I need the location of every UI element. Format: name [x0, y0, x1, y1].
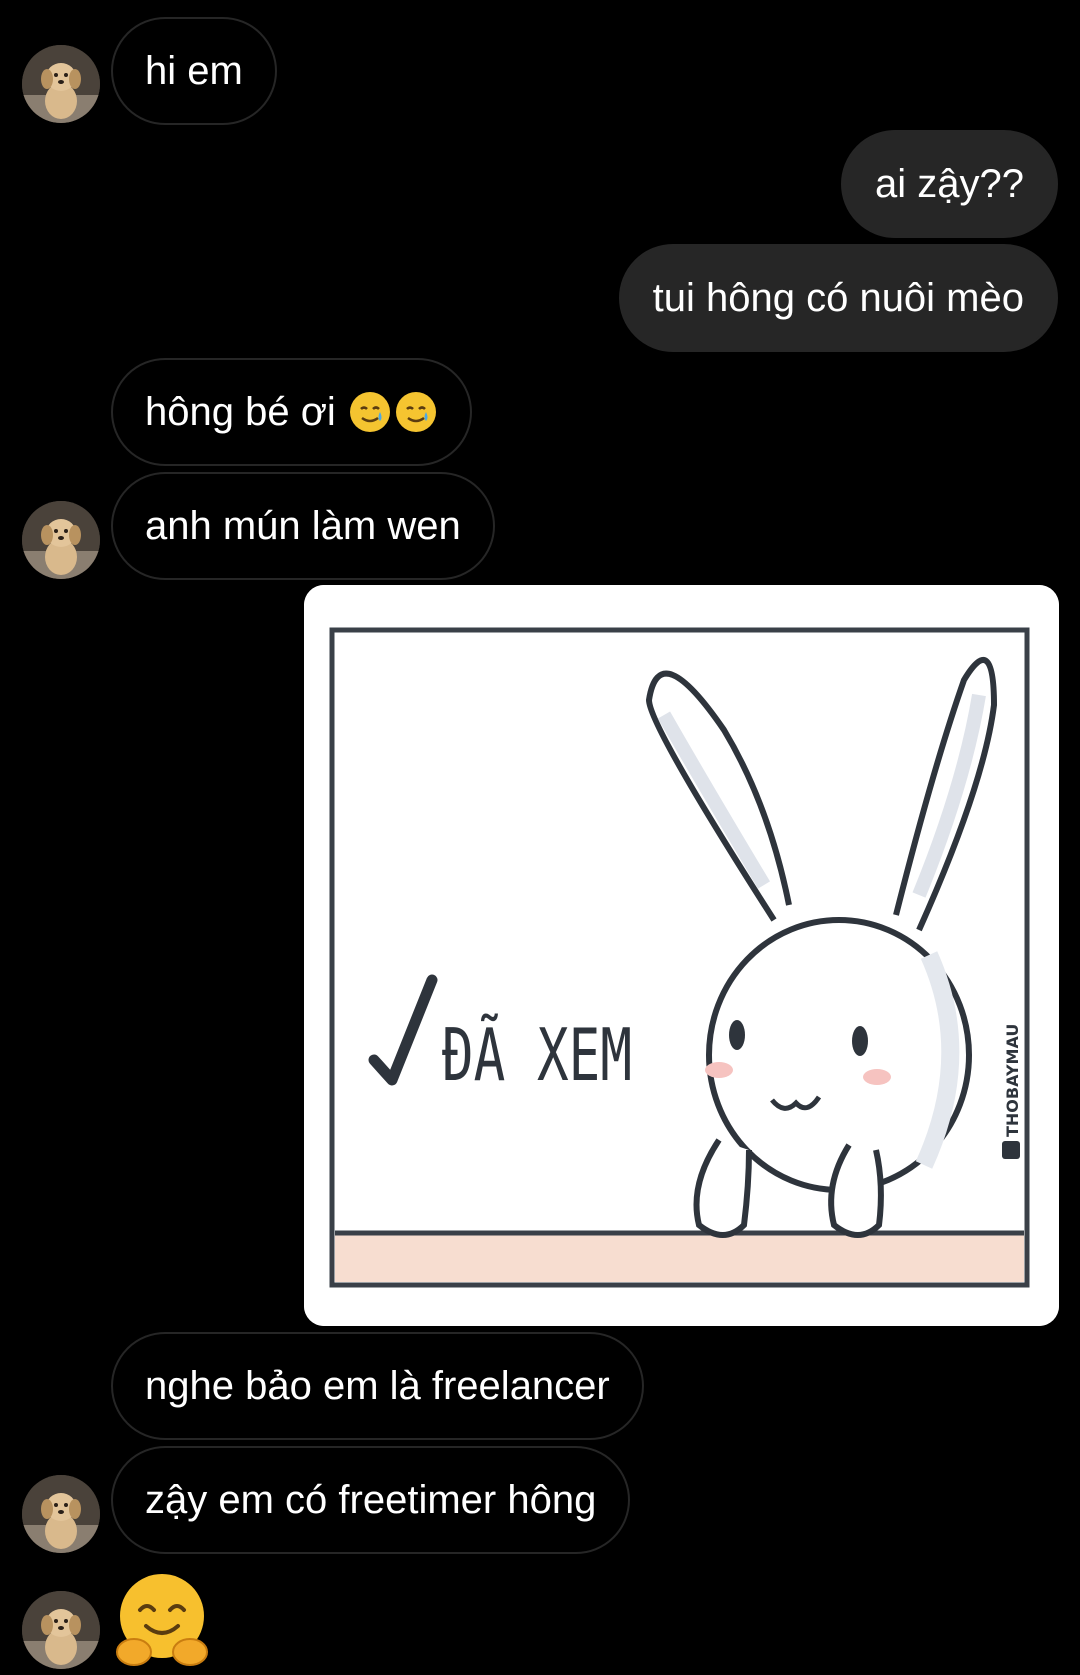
message-text: zậy em có freetimer hông — [145, 1478, 597, 1522]
message-text: nghe bảo em là freelancer — [145, 1364, 610, 1408]
sticker-text: ĐÃ XEM — [442, 1013, 632, 1097]
bunny-seen-sticker: ĐÃ XEM THOBAYMAU — [304, 585, 1059, 1326]
message-bubble-incoming[interactable]: hông bé ơi — [111, 358, 472, 466]
message-text: ai zậy?? — [875, 162, 1024, 206]
sticker-message[interactable]: ĐÃ XEM THOBAYMAU — [304, 585, 1059, 1326]
sender-avatar[interactable] — [22, 45, 100, 123]
hugging-face-icon[interactable] — [112, 1570, 212, 1670]
message-text: hông bé ơi — [145, 390, 336, 434]
message-bubble-outgoing[interactable]: ai zậy?? — [841, 130, 1058, 238]
puppy-avatar-icon — [22, 501, 100, 579]
puppy-avatar-icon — [22, 1591, 100, 1669]
sender-avatar[interactable] — [22, 501, 100, 579]
sticker-watermark: THOBAYMAU — [1003, 1024, 1022, 1137]
message-text: tui hông có nuôi mèo — [652, 276, 1024, 320]
puppy-avatar-icon — [22, 45, 100, 123]
message-bubble-outgoing[interactable]: tui hông có nuôi mèo — [618, 244, 1058, 352]
smiling-face-with-tear-icon — [394, 390, 438, 434]
message-text: hi em — [145, 49, 243, 93]
message-bubble-incoming[interactable]: anh mún làm wen — [111, 472, 495, 580]
smiling-face-with-tear-icon — [348, 390, 392, 434]
message-bubble-incoming[interactable]: zậy em có freetimer hông — [111, 1446, 631, 1554]
message-bubble-incoming[interactable]: hi em — [111, 17, 277, 125]
message-bubble-incoming[interactable]: nghe bảo em là freelancer — [111, 1332, 644, 1440]
sender-avatar[interactable] — [22, 1591, 100, 1669]
puppy-avatar-icon — [22, 1475, 100, 1553]
message-text: anh mún làm wen — [145, 504, 461, 548]
sender-avatar[interactable] — [22, 1475, 100, 1553]
